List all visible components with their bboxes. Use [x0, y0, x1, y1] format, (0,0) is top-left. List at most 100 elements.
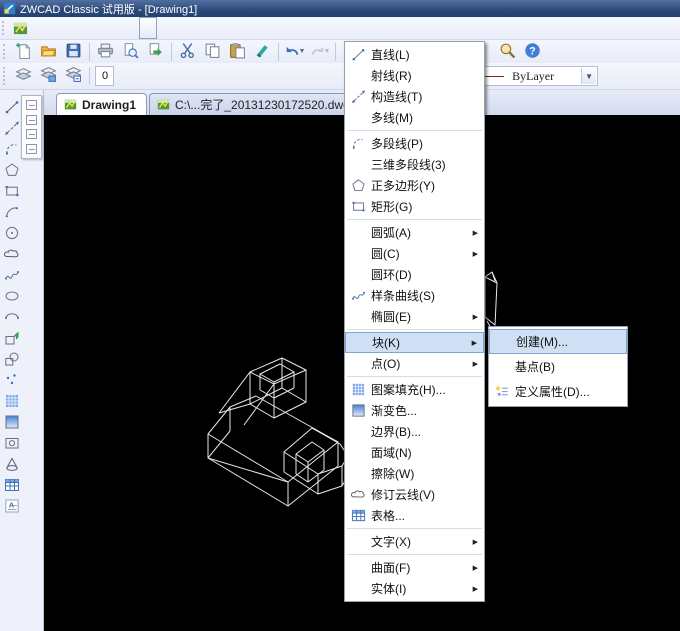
- menubar-item[interactable]: [49, 17, 67, 39]
- arc-button[interactable]: [2, 201, 22, 222]
- tab-opened-file[interactable]: C:\...完了_20131230172520.dwg: [149, 93, 361, 115]
- toolbar-grip[interactable]: [3, 67, 9, 85]
- menu-item[interactable]: 圆弧(A): [345, 222, 484, 243]
- layer-properties-button[interactable]: [11, 65, 36, 87]
- construction-line-button[interactable]: [2, 117, 22, 138]
- menubar-item[interactable]: [67, 17, 85, 39]
- print-preview-button[interactable]: [118, 41, 143, 63]
- mtext-button[interactable]: A: [2, 495, 22, 516]
- line-button[interactable]: [2, 96, 22, 117]
- gradient-icon: [345, 403, 371, 418]
- match-properties-button[interactable]: [250, 41, 275, 63]
- menu-item[interactable]: 射线(R): [345, 65, 484, 86]
- svg-text:A: A: [8, 500, 14, 509]
- make-block-button[interactable]: [2, 348, 22, 369]
- layer-previous-button[interactable]: [61, 65, 86, 87]
- layer-combo[interactable]: 0: [95, 66, 114, 86]
- cone-button[interactable]: [2, 453, 22, 474]
- redo-button[interactable]: ▼: [307, 41, 332, 63]
- menubar-item[interactable]: [157, 17, 175, 39]
- point-button[interactable]: [2, 369, 22, 390]
- menu-item[interactable]: 样条曲线(S): [345, 285, 484, 306]
- polyline-button[interactable]: [2, 138, 22, 159]
- construction-line-icon: [4, 120, 20, 136]
- gradient-button[interactable]: [2, 411, 22, 432]
- menu-item[interactable]: 边界(B)...: [345, 421, 484, 442]
- menu-item[interactable]: 擦除(W): [345, 463, 484, 484]
- menu-item[interactable]: 矩形(G): [345, 196, 484, 217]
- menubar-item[interactable]: [31, 17, 49, 39]
- help-button[interactable]: ?: [520, 41, 545, 63]
- rectangle-icon: [4, 183, 20, 199]
- tool-icon[interactable]: [26, 144, 37, 154]
- menubar-item[interactable]: [103, 17, 121, 39]
- menubar-item[interactable]: [139, 17, 157, 39]
- table-button[interactable]: [2, 474, 22, 495]
- linetype-combo-arrow[interactable]: ▼: [581, 68, 596, 84]
- menu-item[interactable]: 点(O): [345, 353, 484, 374]
- circle-button[interactable]: [2, 222, 22, 243]
- rectangle-button[interactable]: [2, 180, 22, 201]
- menu-item[interactable]: 渐变色...: [345, 400, 484, 421]
- menu-item[interactable]: 曲面(F): [345, 557, 484, 578]
- ellipse-arc-button[interactable]: [2, 306, 22, 327]
- menu-item[interactable]: 三维多段线(3): [345, 154, 484, 175]
- polygon-button[interactable]: [2, 159, 22, 180]
- submenu-item[interactable]: 基点(B): [489, 354, 627, 379]
- cut-button[interactable]: [175, 41, 200, 63]
- menu-item[interactable]: 多段线(P): [345, 133, 484, 154]
- menu-item[interactable]: 面域(N): [345, 442, 484, 463]
- docked-vertical-toolbar[interactable]: [21, 95, 42, 159]
- menu-item[interactable]: 圆环(D): [345, 264, 484, 285]
- menu-item[interactable]: 文字(X): [345, 531, 484, 552]
- copy-button[interactable]: [200, 41, 225, 63]
- submenu-item[interactable]: 创建(M)...: [489, 329, 627, 354]
- menu-item[interactable]: 正多边形(Y): [345, 175, 484, 196]
- menubar-item[interactable]: [211, 17, 229, 39]
- menubar-item[interactable]: [175, 17, 193, 39]
- menu-item[interactable]: 多线(M): [345, 107, 484, 128]
- layer-manager-button[interactable]: [36, 65, 61, 87]
- menubar-item[interactable]: [121, 17, 139, 39]
- paste-button[interactable]: [225, 41, 250, 63]
- hatch-button[interactable]: [2, 390, 22, 411]
- ellipse-button[interactable]: [2, 285, 22, 306]
- toolbar-grip[interactable]: [3, 44, 9, 59]
- menubar-item[interactable]: [229, 17, 247, 39]
- tool-icon[interactable]: [26, 115, 37, 125]
- menubar-item[interactable]: [85, 17, 103, 39]
- dropdown-caret-icon[interactable]: ▼: [324, 48, 331, 55]
- revision-cloud-button[interactable]: [2, 243, 22, 264]
- tab-drawing1[interactable]: Drawing1: [56, 93, 147, 115]
- save-icon: [65, 42, 82, 62]
- rectangle-icon: [345, 199, 371, 214]
- plot-button[interactable]: [143, 41, 168, 63]
- menu-item[interactable]: 图案填充(H)...: [345, 379, 484, 400]
- menu-item[interactable]: 修订云线(V): [345, 484, 484, 505]
- print-button[interactable]: [93, 41, 118, 63]
- menu-item[interactable]: 构造线(T): [345, 86, 484, 107]
- submenu-item[interactable]: 定义属性(D)...: [489, 379, 627, 404]
- menu-item[interactable]: 直线(L): [345, 44, 484, 65]
- insert-block-button[interactable]: [2, 327, 22, 348]
- undo-button[interactable]: ▼: [282, 41, 307, 63]
- app-icon: [3, 2, 16, 15]
- region-button[interactable]: [2, 432, 22, 453]
- toolbar-grip[interactable]: [2, 21, 7, 35]
- insert-block-icon: [4, 330, 20, 346]
- tool-icon[interactable]: [26, 129, 37, 139]
- menubar-item[interactable]: [193, 17, 211, 39]
- menu-item[interactable]: 块(K): [345, 332, 484, 353]
- spline-button[interactable]: [2, 264, 22, 285]
- menu-item[interactable]: 实体(I): [345, 578, 484, 599]
- menu-item[interactable]: 椭圆(E): [345, 306, 484, 327]
- make-block-icon: [4, 351, 20, 367]
- tool-icon[interactable]: [26, 100, 37, 110]
- zoom-realtime-button[interactable]: [495, 41, 520, 63]
- open-button[interactable]: [36, 41, 61, 63]
- menu-item[interactable]: 圆(C): [345, 243, 484, 264]
- new-button[interactable]: [11, 41, 36, 63]
- menu-item[interactable]: 表格...: [345, 505, 484, 526]
- dropdown-caret-icon[interactable]: ▼: [299, 48, 306, 55]
- save-button[interactable]: [61, 41, 86, 63]
